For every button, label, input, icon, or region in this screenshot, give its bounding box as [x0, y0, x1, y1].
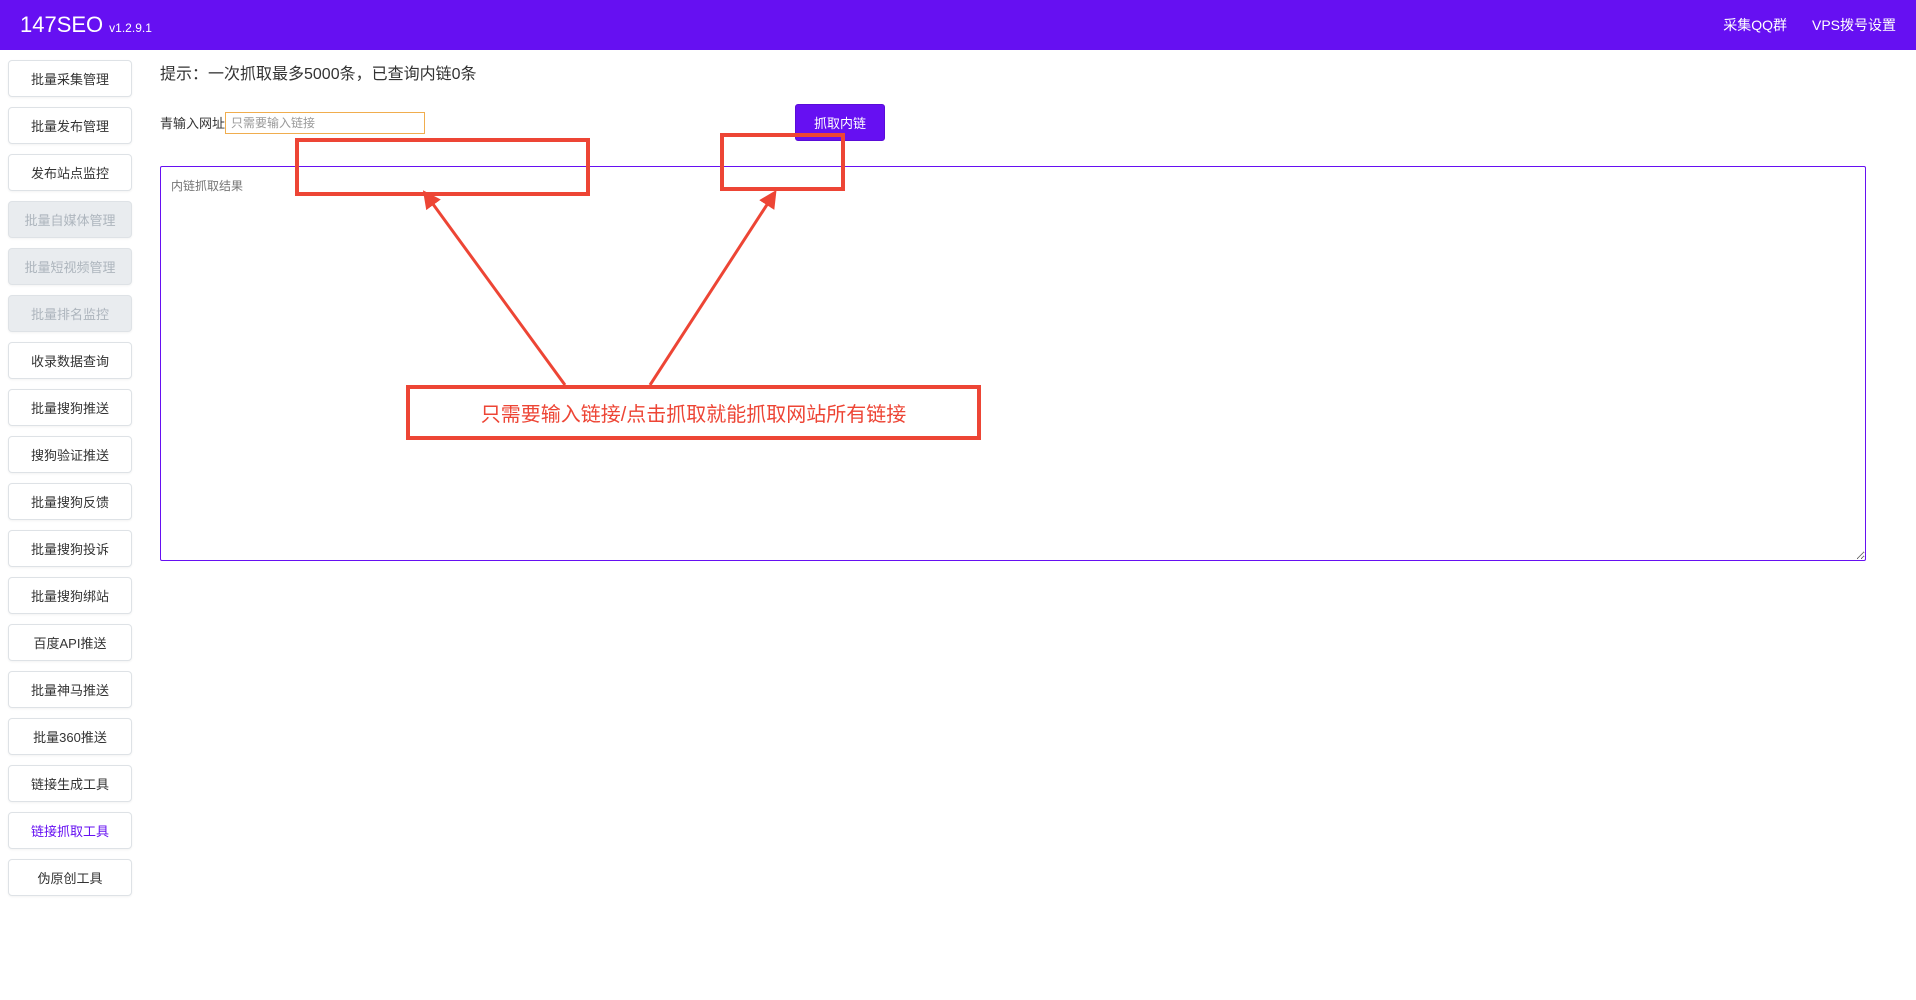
header-brand: 147SEO v1.2.9.1	[20, 12, 152, 38]
sidebar-item-collect[interactable]: 批量采集管理	[8, 60, 132, 97]
app-version: v1.2.9.1	[109, 21, 152, 35]
header-links: 采集QQ群 VPS拨号设置	[1723, 15, 1896, 35]
vps-settings-link[interactable]: VPS拨号设置	[1812, 15, 1896, 35]
qq-group-link[interactable]: 采集QQ群	[1723, 15, 1787, 35]
url-input[interactable]	[225, 112, 425, 134]
main-container: 批量采集管理 批量发布管理 发布站点监控 批量自媒体管理 批量短视频管理 批量排…	[0, 50, 1916, 1000]
sidebar-item-link-gen[interactable]: 链接生成工具	[8, 765, 132, 802]
app-title: 147SEO	[20, 12, 103, 38]
sidebar-item-index-query[interactable]: 收录数据查询	[8, 342, 132, 379]
app-header: 147SEO v1.2.9.1 采集QQ群 VPS拨号设置	[0, 0, 1916, 50]
sidebar-item-sogou-verify[interactable]: 搜狗验证推送	[8, 436, 132, 473]
sidebar-item-rank: 批量排名监控	[8, 295, 132, 332]
sidebar-item-sogou-bind[interactable]: 批量搜狗绑站	[8, 577, 132, 614]
hint-text: 提示：一次抓取最多5000条，已查询内链0条	[160, 60, 1896, 84]
sidebar-item-media: 批量自媒体管理	[8, 201, 132, 238]
sidebar-item-publish[interactable]: 批量发布管理	[8, 107, 132, 144]
result-textarea[interactable]	[160, 166, 1866, 561]
sidebar-item-sogou-complaint[interactable]: 批量搜狗投诉	[8, 530, 132, 567]
url-input-label: 青输入网址	[160, 113, 225, 132]
sidebar-item-rewrite[interactable]: 伪原创工具	[8, 859, 132, 896]
sidebar: 批量采集管理 批量发布管理 发布站点监控 批量自媒体管理 批量短视频管理 批量排…	[0, 50, 140, 1000]
sidebar-item-shenma-push[interactable]: 批量神马推送	[8, 671, 132, 708]
main-content: 提示：一次抓取最多5000条，已查询内链0条 青输入网址 抓取内链	[140, 50, 1916, 1000]
sidebar-item-baidu-api[interactable]: 百度API推送	[8, 624, 132, 661]
sidebar-item-sogou-feedback[interactable]: 批量搜狗反馈	[8, 483, 132, 520]
sidebar-item-video: 批量短视频管理	[8, 248, 132, 285]
sidebar-item-link-crawl[interactable]: 链接抓取工具	[8, 812, 132, 849]
sidebar-item-sogou-push[interactable]: 批量搜狗推送	[8, 389, 132, 426]
sidebar-item-site-monitor[interactable]: 发布站点监控	[8, 154, 132, 191]
fetch-button[interactable]: 抓取内链	[795, 104, 885, 141]
input-row: 青输入网址 抓取内链	[160, 104, 1896, 141]
sidebar-item-360-push[interactable]: 批量360推送	[8, 718, 132, 755]
